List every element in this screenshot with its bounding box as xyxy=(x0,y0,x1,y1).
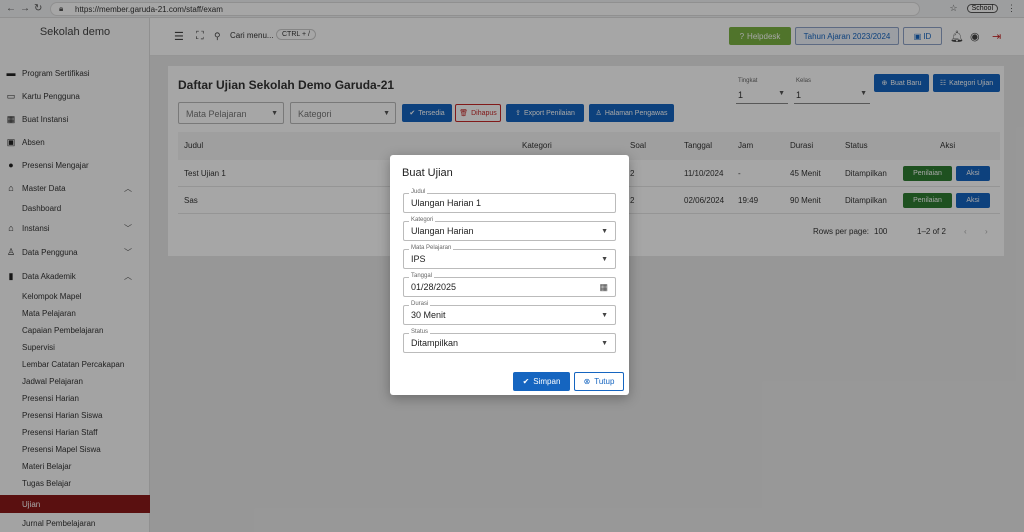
calendar-icon[interactable]: ▦ xyxy=(599,282,608,293)
judul-field[interactable]: Judul Ulangan Harian 1 xyxy=(403,189,616,213)
dropdown-arrow-icon: ▼ xyxy=(601,340,608,347)
dropdown-arrow-icon: ▼ xyxy=(601,228,608,235)
mata-pelajaran-select[interactable]: Mata Pelajaran IPS ▼ xyxy=(403,245,616,269)
durasi-select[interactable]: Durasi 30 Menit ▼ xyxy=(403,301,616,325)
dropdown-arrow-icon: ▼ xyxy=(601,312,608,319)
dropdown-arrow-icon: ▼ xyxy=(601,256,608,263)
close-circle-icon: ⊗ xyxy=(583,377,591,386)
status-select[interactable]: Status Ditampilkan ▼ xyxy=(403,329,616,353)
buat-ujian-dialog: Buat Ujian Judul Ulangan Harian 1 Katego… xyxy=(390,155,629,395)
tanggal-field[interactable]: Tanggal 01/28/2025 ▦ xyxy=(403,273,616,297)
dialog-title: Buat Ujian xyxy=(402,167,453,179)
kategori-select[interactable]: Kategori Ulangan Harian ▼ xyxy=(403,217,616,241)
check-circle-icon: ✔ xyxy=(522,377,530,386)
simpan-button[interactable]: ✔ Simpan xyxy=(513,372,570,391)
tutup-button[interactable]: ⊗ Tutup xyxy=(574,372,624,391)
